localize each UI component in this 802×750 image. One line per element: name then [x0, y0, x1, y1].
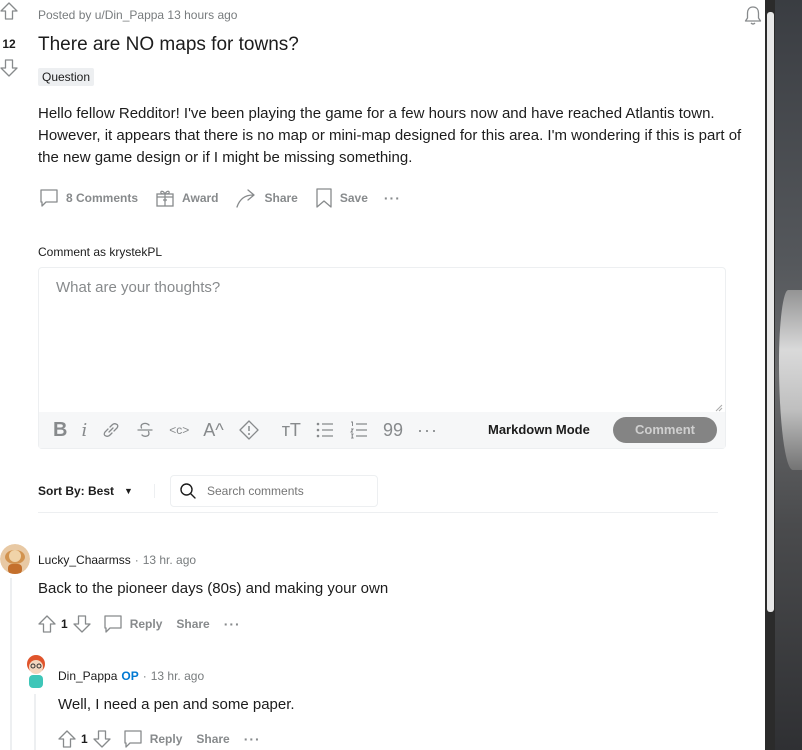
search-comments-box[interactable] [170, 475, 378, 507]
superscript-button[interactable]: A^ [203, 420, 223, 441]
sort-dropdown[interactable]: Sort By: Best ▼ [38, 484, 133, 498]
numbered-list-icon[interactable] [349, 420, 369, 440]
downvote-arrow-icon[interactable] [92, 729, 112, 749]
comment-time[interactable]: 13 hr. ago [143, 553, 196, 567]
comment-score: 1 [61, 617, 68, 631]
share-arrow-icon [235, 189, 255, 208]
sort-separator [154, 484, 155, 498]
comment-actions: 1 Reply Share ··· [57, 728, 261, 750]
downvote-arrow-icon[interactable] [72, 614, 92, 634]
heading-button[interactable]: тT [282, 420, 301, 441]
post-score: 12 [2, 37, 16, 51]
link-icon[interactable] [101, 420, 121, 440]
upvote-arrow-icon[interactable] [37, 614, 57, 634]
bold-button[interactable]: B [53, 419, 67, 442]
reply-button[interactable]: Reply [150, 732, 183, 746]
award-label: Award [182, 191, 219, 205]
comment-editor-placeholder[interactable]: What are your thoughts? [56, 279, 220, 296]
comment-text: Well, I need a pen and some paper. [58, 696, 295, 713]
caret-down-icon: ▼ [124, 486, 133, 496]
avatar-image-icon [0, 544, 30, 574]
quote-button[interactable]: 99 [383, 420, 403, 441]
comment-bubble-icon [40, 189, 58, 207]
comments-count-label: 8 Comments [66, 191, 139, 205]
bulleted-list-icon[interactable] [315, 420, 335, 440]
share-button[interactable]: Share [235, 187, 298, 209]
share-button[interactable]: Share [176, 617, 209, 631]
more-options-button[interactable]: ··· [384, 190, 401, 206]
more-options-button[interactable]: ··· [244, 731, 261, 747]
comment-score: 1 [81, 732, 88, 746]
downvote-arrow-icon[interactable] [0, 59, 18, 77]
post-flair[interactable]: Question [38, 68, 95, 86]
post-title[interactable]: There are NO maps for towns? [38, 34, 299, 56]
comment-meta: Din_Pappa OP · 13 hr. ago [58, 669, 204, 683]
scrollbar-thumb[interactable] [767, 12, 774, 612]
scrollbar-track[interactable] [765, 0, 775, 750]
thread-line[interactable] [34, 694, 36, 750]
markdown-mode-button[interactable]: Markdown Mode [488, 422, 590, 437]
comment-actions: 1 Reply Share ··· [37, 613, 241, 635]
comment-meta: Lucky_Chaarmss · 13 hr. ago [38, 553, 196, 567]
upvote-arrow-icon[interactable] [0, 2, 18, 20]
comment-bubble-icon[interactable] [122, 728, 144, 750]
search-icon [180, 483, 196, 499]
comment-time[interactable]: 13 hr. ago [151, 669, 204, 683]
resize-grip-icon[interactable] [715, 404, 723, 412]
save-button[interactable]: Save [314, 187, 368, 209]
meta-separator: · [142, 669, 147, 683]
comment-author[interactable]: Lucky_Chaarmss [38, 553, 131, 567]
comment-as-label: Comment as krystekPL [38, 245, 163, 259]
post-meta: Posted by u/Din_Pappa 13 hours ago [38, 8, 238, 22]
comment-submit-button[interactable]: Comment [613, 417, 717, 443]
spoiler-icon[interactable] [238, 419, 260, 441]
sort-label: Sort By: Best [38, 484, 115, 498]
save-label: Save [339, 191, 368, 205]
avatar-image-icon [27, 655, 45, 688]
bookmark-icon [316, 188, 332, 208]
meta-separator: · [134, 553, 139, 567]
more-options-button[interactable]: ··· [224, 616, 241, 632]
search-comments-input[interactable] [207, 484, 367, 498]
comment-text: Back to the pioneer days (80s) and makin… [38, 580, 389, 597]
reply-button[interactable]: Reply [130, 617, 163, 631]
share-label: Share [264, 191, 298, 205]
avatar[interactable] [22, 654, 50, 690]
avatar[interactable] [0, 544, 30, 574]
divider [38, 512, 718, 513]
comments-button[interactable]: 8 Comments [38, 187, 138, 209]
share-button[interactable]: Share [196, 732, 229, 746]
strikethrough-icon[interactable] [135, 420, 155, 440]
inline-code-button[interactable]: <c> [169, 423, 189, 437]
comment-bubble-icon[interactable] [102, 613, 124, 635]
thread-line[interactable] [10, 578, 12, 750]
italic-button[interactable]: i [81, 420, 87, 441]
award-button[interactable]: Award [154, 187, 219, 209]
gift-icon [156, 190, 174, 207]
post-actions-bar: 8 Comments Award Share Save ··· [38, 186, 417, 210]
comment-editor[interactable]: What are your thoughts? B i <c> A^ тT 99… [38, 267, 726, 449]
bell-icon[interactable] [743, 5, 763, 27]
toolbar-more-button[interactable]: ··· [417, 420, 438, 441]
comment-author[interactable]: Din_Pappa [58, 669, 117, 683]
op-badge: OP [121, 669, 139, 683]
upvote-arrow-icon[interactable] [57, 729, 77, 749]
post-body: Hello fellow Redditor! I've been playing… [38, 105, 742, 166]
background-image-fragment [779, 290, 802, 470]
background-edge [765, 0, 802, 750]
editor-toolbar: B i <c> A^ тT 99 ··· Markdown Mode Comme… [39, 412, 725, 448]
